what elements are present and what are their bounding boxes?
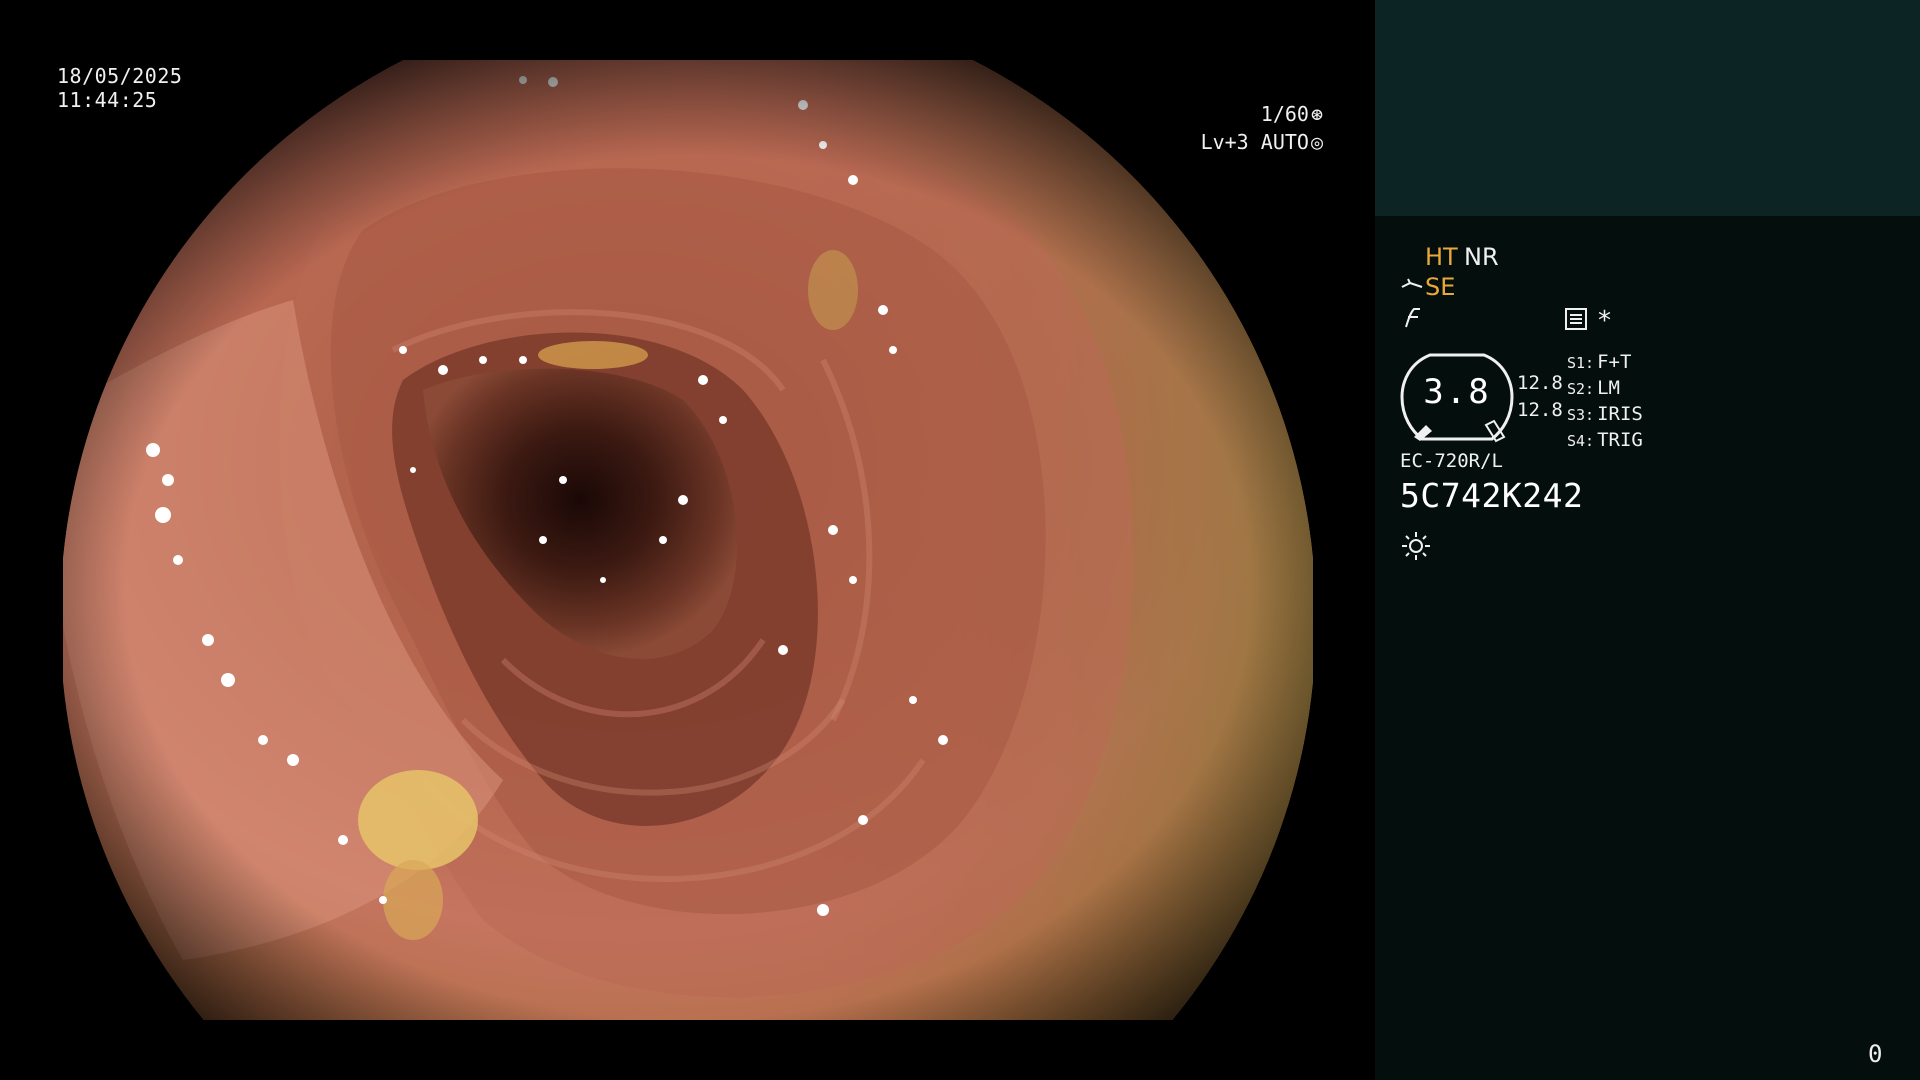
shutter-speed: 1/60 <box>1260 102 1309 126</box>
brightness-level: Lv+3 <box>1200 130 1249 154</box>
endoscopy-viewport: 18/05/2025 11:44:25 1/60 ⊛ Lv+3 AUTO ◎ <box>0 0 1375 1080</box>
freeze-icon <box>1402 305 1424 333</box>
exposure-readout: 1/60 ⊛ Lv+3 AUTO ◎ <box>1201 100 1323 156</box>
level-row: Lv+3 AUTO ◎ <box>1201 128 1323 156</box>
switch-value: IRIS <box>1597 403 1643 425</box>
switch-row: S2: LM <box>1567 376 1643 402</box>
switch-row: S4: TRIG <box>1567 428 1643 454</box>
gauge-value: 3.8 <box>1423 372 1491 412</box>
status-panel <box>1375 0 1920 1080</box>
value-1: 12.8 <box>1517 372 1563 394</box>
star-mark: * <box>1598 306 1611 336</box>
switch-key: S2: <box>1567 380 1595 398</box>
switch-assignments: S1: F+T S2: LM S3: IRIS S4: TRIG <box>1567 350 1643 454</box>
value-2: 12.8 <box>1517 399 1563 421</box>
image-counter: 0 <box>1868 1040 1883 1068</box>
iris-icon: ◎ <box>1310 130 1323 154</box>
ht-indicator: HT <box>1425 243 1458 271</box>
switch-key: S3: <box>1567 406 1595 424</box>
switch-key: S4: <box>1567 432 1595 450</box>
colon-lumen-image <box>63 60 1313 1020</box>
exposure-mode: AUTO <box>1260 130 1309 154</box>
switch-value: TRIG <box>1597 429 1643 451</box>
switch-value: LM <box>1597 377 1620 399</box>
timestamp: 18/05/2025 11:44:25 <box>57 64 182 112</box>
aperture-icon: ⊛ <box>1310 102 1323 126</box>
scope-model: EC-720R/L <box>1400 450 1503 472</box>
switch-key: S1: <box>1567 354 1595 372</box>
patient-info-area <box>1375 0 1920 216</box>
light-source-icon <box>1400 530 1432 566</box>
time-readout: 11:44:25 <box>57 88 158 112</box>
scope-serial: 5C742K242 <box>1400 476 1584 515</box>
shutter-row: 1/60 ⊛ <box>1201 100 1323 128</box>
nr-indicator: NR <box>1464 243 1499 271</box>
level-values: 12.8 12.8 <box>1517 370 1563 424</box>
switch-row: S1: F+T <box>1567 350 1643 376</box>
structure-enhance-icon <box>1400 275 1424 303</box>
record-icon <box>1565 308 1587 334</box>
endoscopic-image <box>63 60 1313 1020</box>
switch-value: F+T <box>1597 351 1632 373</box>
se-indicator: SE <box>1425 273 1456 301</box>
switch-row: S3: IRIS <box>1567 402 1643 428</box>
date-readout: 18/05/2025 <box>57 64 183 88</box>
